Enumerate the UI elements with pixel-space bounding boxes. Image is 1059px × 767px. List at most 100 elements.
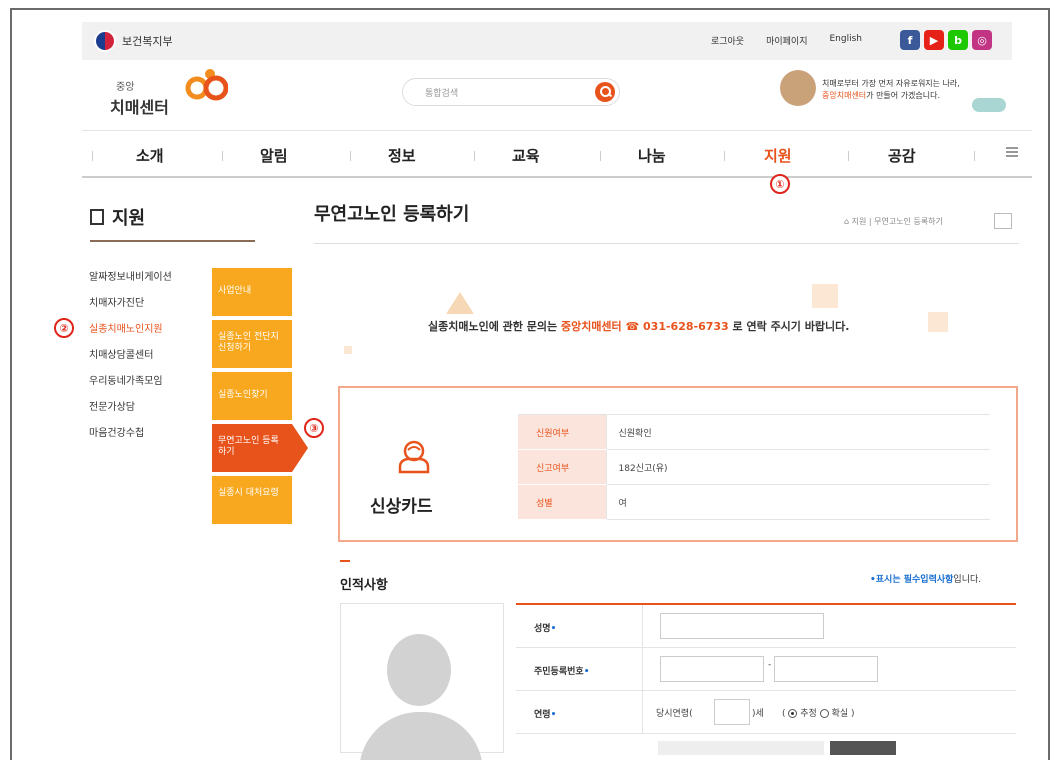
required-note-tail: 입니다. [953,575,982,585]
subtab-find-missing[interactable]: 실종노인찾기 [212,372,292,420]
gnb-item-support[interactable]: 지원 [764,145,792,166]
site-logo[interactable]: 중앙 치매센터 [110,68,230,118]
name-label-text: 성명 [534,624,551,634]
required-mark: • [550,710,557,720]
utility-bar: 보건복지부 로그아웃 마이페이지 English f ▶ b ◎ [82,22,1012,60]
english-link[interactable]: English [830,34,863,47]
age-certain-radio[interactable] [819,709,829,718]
lnb-item-family-meeting[interactable]: 우리동네가족모임 [89,372,172,398]
gnb-divider [474,151,475,161]
table-row: 신고여부 182신고(유) [518,449,990,485]
decor-square [812,284,838,308]
required-note: •표시는 필수입력사항입니다. [870,572,981,585]
section-title: 인적사항 [340,578,388,593]
card-value-gender: 여 [605,484,990,520]
document-icon [90,209,104,225]
promo-line2-wrap: 중앙치매센터가 만들어 가겠습니다. [822,90,960,102]
next-row-button[interactable] [830,741,896,755]
rrn-label: 주민등록번호• [534,664,589,677]
form-row-age: 연령• 당시연령( )세 ( 추정 확실 ) [516,691,1016,734]
search-icon[interactable] [595,82,615,102]
age-estimated-radio[interactable] [788,709,798,718]
gnb-item-news[interactable]: 알림 [260,145,288,166]
age-certain-label: 확실 [831,709,849,719]
logo-small-text: 중앙 [116,82,135,93]
required-note-hl: •표시는 필수입력사항 [870,575,954,585]
subtab-flyer-request[interactable]: 실종노인 전단지 신청하기 [212,320,292,368]
avatar-body-icon [359,712,483,760]
age-suffix: )세 [752,709,764,719]
notice-post: 로 연락 주시기 바랍니다. [732,320,850,333]
next-row-field[interactable] [658,741,824,755]
subtab-register-unknown[interactable]: 무연고노인 등록하기 [212,424,308,472]
promo-line1: 치매로부터 가장 먼저 자유로워지는 나라, [822,79,960,88]
lnb-item-navigation[interactable]: 알짜정보내비게이션 [89,268,172,294]
lnb-item-expert-counsel[interactable]: 전문가상담 [89,398,172,424]
photo-placeholder[interactable] [340,603,504,760]
name-field[interactable] [660,613,824,639]
rrn-label-text: 주민등록번호 [534,667,584,677]
age-field[interactable] [714,699,750,725]
sns-links: f ▶ b ◎ [900,30,992,50]
print-icon[interactable] [994,213,1012,229]
gnb-divider [724,151,725,161]
logout-link[interactable]: 로그아웃 [711,34,744,47]
facebook-icon[interactable]: f [900,30,920,50]
age-paren-open: ( [782,709,786,719]
promo-text: 치매로부터 가장 먼저 자유로워지는 나라, 중앙치매센터가 만들어 가겠습니다… [822,78,960,102]
instagram-icon[interactable]: ◎ [972,30,992,50]
marker-2: ② [54,318,74,338]
breadcrumb: ⌂ 지원 | 무연고노인 등록하기 [844,217,943,226]
subtab-program-info[interactable]: 사업안내 [212,268,292,316]
hamburger-menu-icon[interactable] [1006,147,1018,157]
card-name: 신상카드 [370,497,433,517]
promo-banner[interactable]: 치매로부터 가장 먼저 자유로워지는 나라, 중앙치매센터가 만들어 가겠습니다… [780,66,1020,122]
card-value-identity: 신원확인 [605,414,990,450]
lnb-item-missing-support[interactable]: 실종치매노인지원 [89,320,172,346]
rrn-front-field[interactable] [660,656,764,682]
cloud-icon [972,98,1006,112]
table-row: 성별 여 [518,484,990,520]
mascot-icon [780,70,816,106]
gnb-divider [600,151,601,161]
lnb-item-call-center[interactable]: 치매상담콜센터 [89,346,172,372]
gov-logo[interactable]: 보건복지부 [94,30,173,52]
rrn-back-field[interactable] [774,656,878,682]
age-prefix: 당시연령( [656,709,693,719]
subtab-response-guide[interactable]: 실종시 대처요령 [212,476,292,524]
gnb-item-empathy[interactable]: 공감 [888,145,916,166]
promo-line2: 가 만들어 가겠습니다. [866,91,941,100]
gnb-item-info[interactable]: 정보 [388,145,416,166]
notice-phone: 중앙치매센터 ☎ 031-628-6733 [560,320,729,333]
logo-name: 치매센터 [110,98,169,117]
avatar-head-icon [387,634,451,706]
card-table: 신원여부 신원확인 신고여부 182신고(유) 성별 여 [518,414,990,520]
gnb-divider [974,151,975,161]
gnb-item-edu[interactable]: 교육 [512,145,540,166]
youtube-icon[interactable]: ▶ [924,30,944,50]
card-key-identity: 신원여부 [518,414,606,450]
sub-tabs: 사업안내 실종노인 전단지 신청하기 실종노인찾기 무연고노인 등록하기 실종시… [212,268,308,528]
search-box[interactable]: 통합검색 [402,78,620,106]
lnb-title: 지원 [90,204,145,230]
gnb-item-intro[interactable]: 소개 [136,145,164,166]
lnb-item-self-diagnosis[interactable]: 치매자가진단 [89,294,172,320]
row-divider [642,691,643,734]
profile-card: 신상카드 신원여부 신원확인 신고여부 182신고(유) 성별 여 [338,386,1018,542]
mypage-link[interactable]: 마이페이지 [766,34,807,47]
blog-icon[interactable]: b [948,30,968,50]
lnb-item-mental-health[interactable]: 마음건강수첩 [89,424,172,450]
row-divider [642,605,643,648]
decor-triangle [446,292,474,314]
gnb-divider [350,151,351,161]
promo-highlight: 중앙치매센터 [822,91,867,100]
taegeuk-icon [94,30,116,52]
form-row-rrn: 주민등록번호• - [516,648,1016,691]
content-divider [314,243,1019,244]
card-key-gender: 성별 [518,484,606,520]
card-value-report: 182신고(유) [605,449,990,485]
gnb-item-share[interactable]: 나눔 [638,145,666,166]
util-links: 로그아웃 마이페이지 English [711,34,862,47]
section-accent [340,560,350,562]
rrn-separator: - [768,660,772,670]
